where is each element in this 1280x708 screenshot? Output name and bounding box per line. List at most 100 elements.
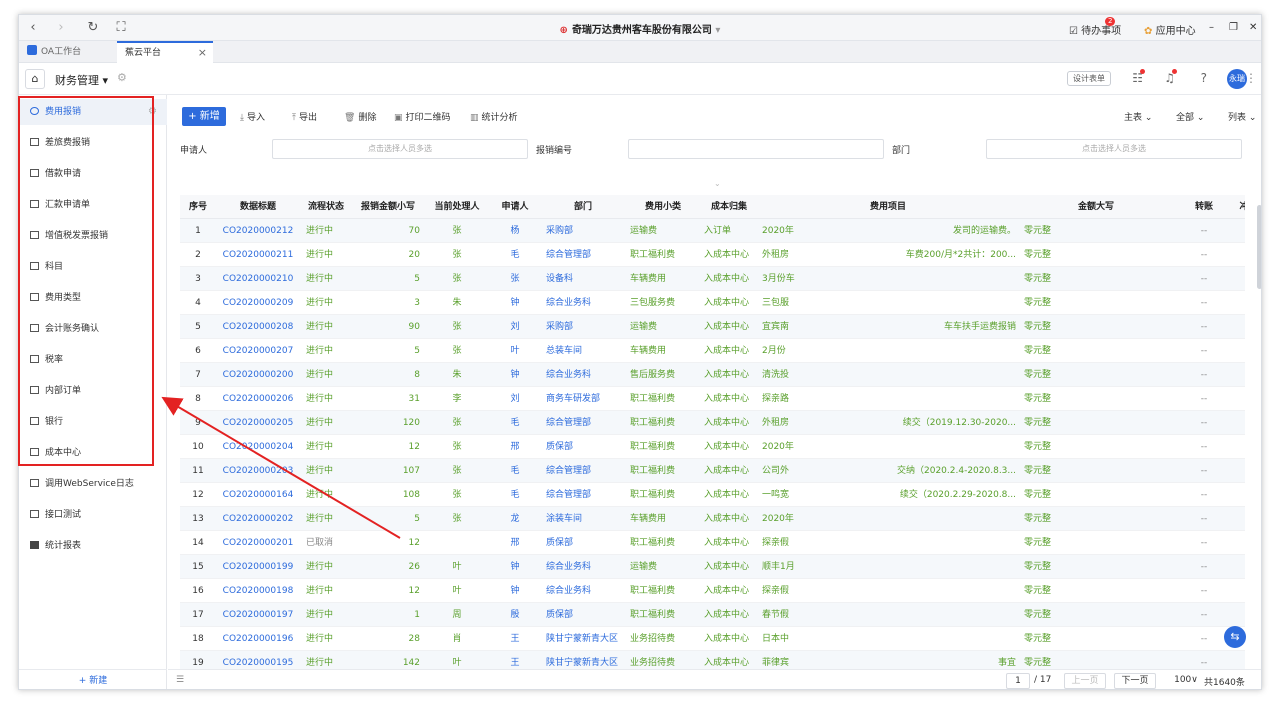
sidebar-new-button[interactable]: + 新建 [19,669,167,689]
page-input[interactable]: 1 [1006,673,1030,689]
cell-title[interactable]: CO2020000200 [216,363,300,387]
col-upper[interactable]: 金额大写 [1018,195,1174,219]
stats-button[interactable]: ▥ 统计分析 [470,110,518,123]
delete-button[interactable]: 🗑 删除 [344,110,376,123]
sidebar-item-vat[interactable]: 增值税发票报销 [19,223,167,249]
help-icon[interactable]: ? [1201,71,1207,85]
dept-input[interactable]: 点击选择人员多选 [986,139,1242,159]
sidebar-item-internal-order[interactable]: 内部订单 [19,378,167,404]
export-button[interactable]: ⤒ 导出 [292,110,317,123]
sidebar-item-expense-type[interactable]: 费用类型 [19,285,167,311]
col-item[interactable]: 费用项目 [758,195,1018,219]
restore-icon[interactable]: ❐ [1229,22,1238,33]
module-title[interactable]: 财务管理 ▾ [55,72,108,88]
cell-title[interactable]: CO2020000208 [216,315,300,339]
home-icon[interactable]: ⌂ [25,69,45,89]
table-row[interactable]: 2 CO2020000211 进行中 20 张 毛 综合管理部 职工福利费 入成本中心 外租房 车费… [180,243,1245,267]
module-settings-icon[interactable]: ⚙ [117,71,127,84]
collapse-filter-icon[interactable]: ⌄ [714,179,721,188]
table-row[interactable]: 17 CO2020000197 进行中 1 周 殷 质保部 职工福利费 入成本中心 春节假 零元整 -… [180,603,1245,627]
cell-title[interactable]: CO2020000212 [216,219,300,243]
view-all-select[interactable]: 全部 ⌄ [1176,110,1204,123]
sidebar-item-expense[interactable]: 费用报销 ⚙ [19,99,167,125]
cell-title[interactable]: CO2020000205 [216,411,300,435]
todo-button[interactable]: ☑ 待办事项 2 [1069,17,1121,37]
cell-title[interactable]: CO2020000164 [216,483,300,507]
table-row[interactable]: 13 CO2020000202 进行中 5 张 龙 涂装车间 车辆费用 入成本中心 2020年 零元… [180,507,1245,531]
cell-title[interactable]: CO2020000209 [216,291,300,315]
float-swap-icon[interactable]: ⇆ [1224,626,1246,648]
sidebar-item-api-test[interactable]: 接口测试 [19,502,167,528]
sidebar-item-reports[interactable]: 统计报表 [19,533,167,559]
next-page-button[interactable]: 下一页 [1114,673,1156,689]
sidebar-item-accounting[interactable]: 会计账务确认 [19,316,167,342]
prev-page-button[interactable]: 上一页 [1064,673,1106,689]
sidebar-item-subject[interactable]: 科目 [19,254,167,280]
close-window-icon[interactable]: ✕ [1249,22,1257,33]
sidebar-item-remit[interactable]: 汇款申请单 [19,192,167,218]
cell-title[interactable]: CO2020000204 [216,435,300,459]
cell-title[interactable]: CO2020000202 [216,507,300,531]
table-row[interactable]: 15 CO2020000199 进行中 26 叶 钟 综合业务科 运输费 入成本中心 顺丰1月 零元… [180,555,1245,579]
col-handler[interactable]: 当前处理人 [424,195,490,219]
tab-close-icon[interactable]: × [198,43,207,63]
cell-title[interactable]: CO2020000210 [216,267,300,291]
more-icon[interactable]: ⋮ [1245,71,1257,85]
col-title[interactable]: 数据标题 [216,195,300,219]
cell-title[interactable]: CO2020000203 [216,459,300,483]
view-list-select[interactable]: 列表 ⌄ [1228,110,1256,123]
tab-oa[interactable]: OA工作台 [19,41,115,63]
print-qr-button[interactable]: ▣ 打印二维码 [394,110,451,123]
col-dept[interactable]: 部门 [540,195,626,219]
col-no[interactable]: 序号 [180,195,216,219]
table-row[interactable]: 10 CO2020000204 进行中 12 张 邢 质保部 职工福利费 入成本中心 2020年 零… [180,435,1245,459]
item-settings-icon[interactable]: ⚙ [148,99,157,125]
col-transfer[interactable]: 转账 [1174,195,1234,219]
cell-title[interactable]: CO2020000207 [216,339,300,363]
sidebar-item-loan[interactable]: 借款申请 [19,161,167,187]
cell-title[interactable]: CO2020000206 [216,387,300,411]
table-row[interactable]: 6 CO2020000207 进行中 5 张 叶 总装车间 车辆费用 入成本中心 2月份 零元整 -- [180,339,1245,363]
import-button[interactable]: ⤓ 导入 [240,110,265,123]
avatar[interactable]: 永瑞 [1227,69,1247,89]
cell-title[interactable]: CO2020000196 [216,627,300,651]
tab-lanyun[interactable]: 蕉云平台 × [117,41,213,63]
sidebar-item-webservice-log[interactable]: 调用WebService日志 [19,471,167,497]
cell-title[interactable]: CO2020000198 [216,579,300,603]
table-row[interactable]: 1 CO2020000212 进行中 70 张 杨 采购部 运输费 入订单 2020年 发司的运输费… [180,219,1245,243]
col-applicant[interactable]: 申请人 [490,195,540,219]
col-cost-center[interactable]: 成本归集 [700,195,758,219]
table-row[interactable]: 11 CO2020000203 进行中 107 张 毛 综合管理部 职工福利费 入成本中心 公司外… [180,459,1245,483]
table-row[interactable]: 16 CO2020000198 进行中 12 叶 钟 综合业务科 职工福利费 入成本中心 探亲假 零… [180,579,1245,603]
cell-title[interactable]: CO2020000197 [216,603,300,627]
number-input[interactable] [628,139,884,159]
sidebar-item-tax[interactable]: 税率 [19,347,167,373]
view-main-select[interactable]: 主表 ⌄ [1124,110,1152,123]
app-center-button[interactable]: ✿ 应用中心 [1144,22,1196,37]
col-amount[interactable]: 报销金额小写 [352,195,424,219]
cell-title[interactable]: CO2020000211 [216,243,300,267]
table-row[interactable]: 14 CO2020000201 已取消 12 邢 质保部 职工福利费 入成本中心 探亲假 零元整 -… [180,531,1245,555]
col-status[interactable]: 流程状态 [300,195,352,219]
table-row[interactable]: 12 CO2020000164 进行中 108 张 毛 综合管理部 职工福利费 入成本中心 一鸣宽… [180,483,1245,507]
vertical-scrollbar[interactable] [1257,205,1261,289]
col-subcategory[interactable]: 费用小类 [626,195,700,219]
cell-title[interactable]: CO2020000199 [216,555,300,579]
table-row[interactable]: 5 CO2020000208 进行中 90 张 刘 采购部 运输费 入成本中心 宜宾南 车车扶手运费… [180,315,1245,339]
page-size-select[interactable]: 100∨ [1170,673,1202,689]
cell-title[interactable]: CO2020000201 [216,531,300,555]
table-row[interactable]: 4 CO2020000209 进行中 3 朱 钟 综合业务科 三包服务费 入成本中心 三包服 零元整… [180,291,1245,315]
title-dropdown-icon[interactable]: ▾ [715,25,720,36]
new-button[interactable]: + 新增 [182,107,226,126]
design-form-button[interactable]: 设计表单 [1067,71,1111,86]
table-row[interactable]: 7 CO2020000200 进行中 8 朱 钟 综合业务科 售后服务费 入成本中心 清洗投 零元整… [180,363,1245,387]
sidebar-item-travel[interactable]: 差旅费报销 [19,130,167,156]
applicant-input[interactable]: 点击选择人员多选 [272,139,528,159]
list-settings-icon[interactable]: ☰ [176,675,184,685]
table-row[interactable]: 9 CO2020000205 进行中 120 张 毛 综合管理部 职工福利费 入成本中心 外租房 续… [180,411,1245,435]
minimize-icon[interactable]: – [1209,22,1214,33]
col-offset[interactable]: 冲 [1234,195,1245,219]
table-row[interactable]: 3 CO2020000210 进行中 5 张 张 设备科 车辆费用 入成本中心 3月份车 零元整 -- [180,267,1245,291]
table-row[interactable]: 8 CO2020000206 进行中 31 李 刘 商务车研发部 职工福利费 入成本中心 探亲路 零… [180,387,1245,411]
sidebar-item-bank[interactable]: 银行 [19,409,167,435]
